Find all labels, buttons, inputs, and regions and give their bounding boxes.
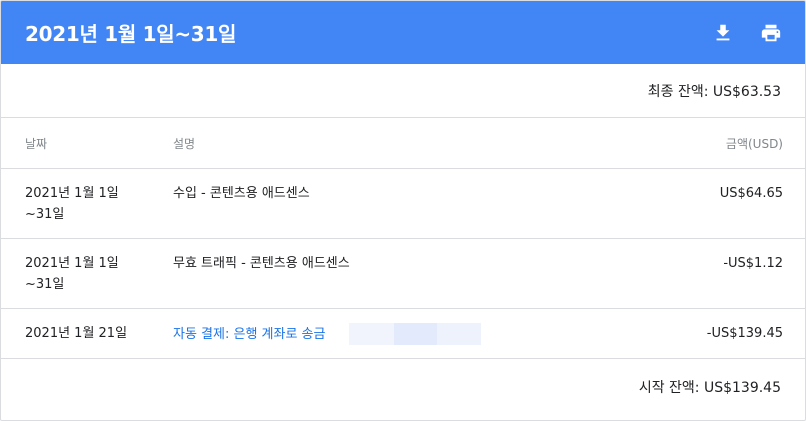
final-balance-row: 최종 잔액: US$63.53	[1, 64, 805, 118]
statement-title: 2021년 1월 1일~31일	[25, 22, 237, 46]
download-icon	[716, 24, 730, 40]
starting-balance: 시작 잔액: US$139.45	[638, 380, 781, 396]
row-amount: -US$1.12	[723, 256, 783, 271]
row-description: 수입 - 콘텐츠용 애드센스	[173, 186, 310, 201]
table-row: 2021년 1월 1일 ~31일 무효 트래픽 - 콘텐츠용 애드센스 -US$…	[1, 239, 805, 309]
header-actions	[711, 21, 783, 45]
redacted-account-mask	[349, 323, 482, 345]
table-row: 2021년 1월 21일 자동 결제: 은행 계좌로 송금 -US$139.45	[1, 309, 805, 359]
print-icon	[761, 24, 781, 41]
column-header-amount: 금액(USD)	[725, 136, 783, 151]
payment-link[interactable]: 자동 결제: 은행 계좌로 송금	[173, 324, 325, 345]
table-header: 날짜 설명 금액(USD)	[1, 118, 805, 169]
statement-header: 2021년 1월 1일~31일	[1, 1, 805, 64]
row-date: 2021년 1월 1일 ~31일	[25, 256, 119, 292]
statement-panel: 2021년 1월 1일~31일 최종 잔액: US$63.53 날짜 설명 금액…	[0, 0, 806, 421]
download-button[interactable]	[711, 21, 735, 45]
final-balance: 최종 잔액: US$63.53	[647, 83, 781, 100]
row-amount: -US$139.45	[706, 326, 783, 341]
table-row: 2021년 1월 1일 ~31일 수입 - 콘텐츠용 애드센스 US$64.65	[1, 169, 805, 239]
row-description-cell: 자동 결제: 은행 계좌로 송금	[173, 323, 583, 345]
row-amount: US$64.65	[719, 186, 783, 201]
row-date: 2021년 1월 21일	[25, 326, 128, 341]
print-button[interactable]	[759, 21, 783, 45]
row-date: 2021년 1월 1일 ~31일	[25, 186, 119, 222]
column-header-date: 날짜	[25, 136, 48, 151]
starting-balance-row: 시작 잔액: US$139.45	[1, 359, 805, 415]
column-header-description: 설명	[173, 136, 196, 151]
row-description: 무효 트래픽 - 콘텐츠용 애드센스	[173, 256, 350, 271]
